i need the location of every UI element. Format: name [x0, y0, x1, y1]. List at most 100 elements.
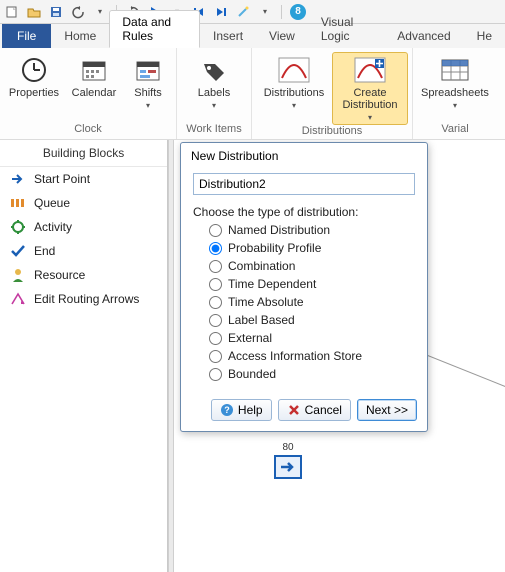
- sidebar-item-queue[interactable]: Queue: [0, 191, 167, 215]
- sidebar-item-label: Queue: [34, 196, 70, 210]
- ribbon-group-variables: Spreadsheets ▾ Varial: [413, 48, 497, 139]
- radio-external[interactable]: External: [209, 331, 415, 345]
- chevron-down-icon: ▾: [146, 101, 150, 110]
- ribbon-btn-labels[interactable]: Labels ▾: [181, 52, 247, 113]
- wand-icon[interactable]: [235, 4, 251, 20]
- undo-icon[interactable]: [70, 4, 86, 20]
- radio-combination[interactable]: Combination: [209, 259, 415, 273]
- main-area: Building Blocks Start Point Queue Activi…: [0, 140, 505, 572]
- radio-probability-profile[interactable]: Probability Profile: [209, 241, 415, 255]
- new-distribution-dialog: New Distribution Choose the type of dist…: [180, 142, 428, 432]
- radio-time-dependent[interactable]: Time Dependent: [209, 277, 415, 291]
- ribbon-btn-label: Spreadsheets: [421, 87, 489, 99]
- ribbon-group-label: Distributions: [252, 125, 412, 139]
- ribbon-btn-label: Shifts: [134, 87, 162, 99]
- distribution-name-input[interactable]: [193, 173, 415, 195]
- ribbon-btn-spreadsheets[interactable]: Spreadsheets ▾: [417, 52, 493, 113]
- close-icon: [287, 403, 301, 417]
- sidebar: Building Blocks Start Point Queue Activi…: [0, 140, 168, 572]
- new-icon[interactable]: [4, 4, 20, 20]
- next-button[interactable]: Next >>: [357, 399, 417, 421]
- canvas[interactable]: 80 New Distribution Choose the type of d…: [174, 140, 505, 572]
- ribbon-group-label: Clock: [0, 123, 176, 139]
- ribbon: Properties Calendar Shifts ▾ Clock Label…: [0, 48, 505, 140]
- shifts-icon: [131, 55, 165, 85]
- ribbon-group-label: Work Items: [177, 123, 251, 139]
- ribbon-group-work-items: Labels ▾ Work Items: [177, 48, 252, 139]
- ribbon-group-label: Varial: [413, 123, 497, 139]
- tab-insert[interactable]: Insert: [200, 24, 256, 48]
- dialog-title: New Distribution: [181, 143, 427, 169]
- radio-time-absolute[interactable]: Time Absolute: [209, 295, 415, 309]
- tab-advanced[interactable]: Advanced: [384, 24, 463, 48]
- sidebar-item-start-point[interactable]: Start Point: [0, 167, 167, 191]
- spreadsheet-icon: [438, 55, 472, 85]
- chevron-down-icon: ▾: [212, 101, 216, 110]
- sidebar-title: Building Blocks: [0, 140, 167, 167]
- ribbon-btn-label: Properties: [9, 87, 59, 99]
- sidebar-item-label: Start Point: [34, 172, 90, 186]
- ribbon-btn-label: Calendar: [72, 87, 117, 99]
- chevron-down-icon: ▾: [368, 113, 372, 122]
- sidebar-item-activity[interactable]: Activity: [0, 215, 167, 239]
- ribbon-btn-shifts[interactable]: Shifts ▾: [124, 52, 172, 113]
- clock-icon: [17, 55, 51, 85]
- sidebar-item-end[interactable]: End: [0, 239, 167, 263]
- radio-access-info-store[interactable]: Access Information Store: [209, 349, 415, 363]
- ribbon-btn-distributions[interactable]: Distributions ▾: [256, 52, 332, 113]
- canvas-port-label: 80: [274, 442, 302, 453]
- arrow-right-icon: [10, 171, 26, 187]
- canvas-port[interactable]: 80: [274, 442, 302, 479]
- sidebar-item-resource[interactable]: Resource: [0, 263, 167, 287]
- person-icon: [10, 267, 26, 283]
- tab-view[interactable]: View: [256, 24, 308, 48]
- tag-icon: [197, 55, 231, 85]
- dialog-buttons: ? Help Cancel Next >>: [181, 391, 427, 431]
- calendar-icon: [77, 55, 111, 85]
- save-icon[interactable]: [48, 4, 64, 20]
- chevron-down-icon: ▾: [453, 101, 457, 110]
- sidebar-item-label: Edit Routing Arrows: [34, 292, 139, 306]
- radio-named-distribution[interactable]: Named Distribution: [209, 223, 415, 237]
- gear-icon: [10, 219, 26, 235]
- dropdown-icon[interactable]: ▾: [257, 4, 273, 20]
- dropdown-icon[interactable]: ▾: [92, 4, 108, 20]
- arrow-block-icon: [274, 455, 302, 479]
- ribbon-btn-label: Create Distribution: [335, 87, 405, 111]
- ribbon-btn-create-distribution[interactable]: Create Distribution ▾: [332, 52, 408, 125]
- help-icon: ?: [220, 403, 234, 417]
- radio-bounded[interactable]: Bounded: [209, 367, 415, 381]
- help-button[interactable]: ? Help: [211, 399, 272, 421]
- ribbon-group-distributions: Distributions ▾ Create Distribution ▾ Di…: [252, 48, 413, 139]
- svg-text:?: ?: [224, 405, 230, 415]
- tab-home[interactable]: Home: [51, 24, 109, 48]
- skip-forward-icon[interactable]: [213, 4, 229, 20]
- tab-file[interactable]: File: [2, 24, 51, 48]
- quick-access-toolbar: ▾ ▾ ▾ 8: [0, 0, 505, 24]
- sidebar-item-label: End: [34, 244, 55, 258]
- routing-arrows-icon: [10, 291, 26, 307]
- check-icon: [10, 243, 26, 259]
- distribution-icon: [277, 55, 311, 85]
- distribution-type-list: Named Distribution Probability Profile C…: [209, 223, 415, 381]
- radio-label-based[interactable]: Label Based: [209, 313, 415, 327]
- ribbon-btn-label: Distributions: [264, 87, 325, 99]
- tab-more[interactable]: He: [464, 24, 505, 48]
- choose-type-label: Choose the type of distribution:: [193, 205, 415, 219]
- sidebar-item-label: Resource: [34, 268, 85, 282]
- ribbon-btn-label: Labels: [198, 87, 230, 99]
- cancel-button[interactable]: Cancel: [278, 399, 351, 421]
- create-distribution-icon: [353, 55, 387, 85]
- tab-data-and-rules[interactable]: Data and Rules: [109, 10, 200, 48]
- sidebar-item-edit-routing[interactable]: Edit Routing Arrows: [0, 287, 167, 311]
- open-icon[interactable]: [26, 4, 42, 20]
- ribbon-btn-properties[interactable]: Properties: [4, 52, 64, 102]
- ribbon-group-clock: Properties Calendar Shifts ▾ Clock: [0, 48, 177, 139]
- tab-visual-logic[interactable]: Visual Logic: [308, 10, 384, 48]
- ribbon-tabs: File Home Data and Rules Insert View Vis…: [0, 24, 505, 48]
- chevron-down-icon: ▾: [292, 101, 296, 110]
- ribbon-btn-calendar[interactable]: Calendar: [64, 52, 124, 102]
- queue-icon: [10, 195, 26, 211]
- circle-badge[interactable]: 8: [290, 4, 306, 20]
- sidebar-item-label: Activity: [34, 220, 72, 234]
